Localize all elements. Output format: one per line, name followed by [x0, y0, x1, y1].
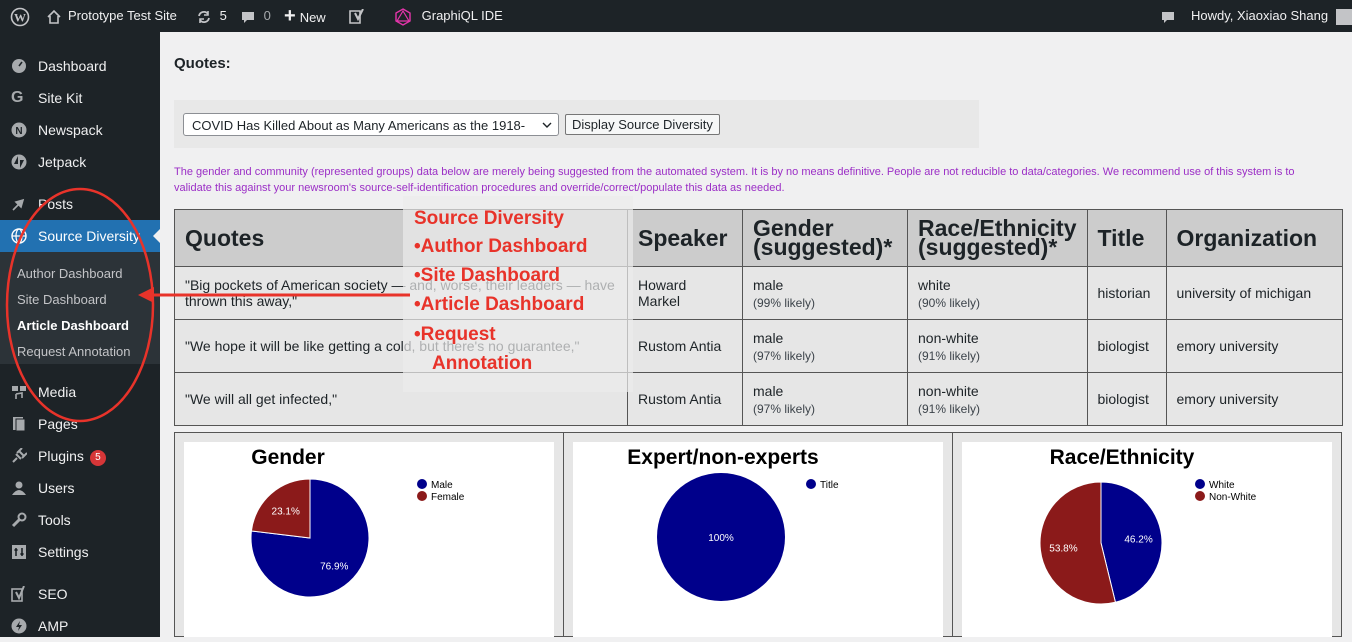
legend-label: Non-White [1209, 492, 1257, 503]
col-header-organization: Organization [1165, 209, 1343, 267]
race-cell: non-white (91% likely) [907, 372, 1088, 426]
gender-cell: male (97% likely) [742, 372, 908, 426]
legend-swatch [1195, 491, 1205, 501]
chevron-down-icon [542, 114, 552, 135]
legend-swatch [806, 479, 816, 489]
pie-slice-label: 53.8% [1049, 544, 1077, 555]
race-confidence: (91% likely) [918, 401, 981, 416]
speaker-cell: Rustom Antia [627, 319, 743, 373]
avatar [1335, 8, 1352, 25]
chart-divider [952, 432, 953, 637]
gender-value: male [753, 382, 784, 399]
race-value: white [918, 276, 951, 293]
title-cell: biologist [1086, 372, 1167, 426]
chart-title: Race/Ethnicity [1050, 446, 1195, 469]
gender-confidence: (97% likely) [753, 401, 816, 416]
chart-title: Expert/non-experts [627, 446, 818, 469]
howdy-text: Howdy, Xiaoxiao Shang [1191, 8, 1329, 23]
race-cell: non-white (91% likely) [907, 319, 1088, 373]
race-chart-panel: Race/Ethnicity 46.2% White 53.8% Non-White [962, 442, 1332, 637]
gender-value: male [753, 276, 784, 293]
account-menu[interactable]: Howdy, Xiaoxiao Shang [1191, 0, 1352, 32]
col-header-gender: Gender (suggested)* [742, 209, 908, 267]
gender-confidence: (97% likely) [753, 348, 816, 363]
pie-slice-label: 46.2% [1124, 534, 1152, 545]
race-confidence: (90% likely) [918, 295, 981, 310]
legend-label: White [1209, 480, 1235, 491]
expert-pie-chart: Expert/non-experts 100% Title [627, 446, 839, 601]
legend-swatch [1195, 479, 1205, 489]
expert-chart-panel: Expert/non-experts 100% Title [573, 442, 943, 637]
race-pie-chart: Race/Ethnicity 46.2% White 53.8% Non-White [1039, 446, 1257, 605]
legend-label: Title [820, 480, 839, 491]
organization-cell: emory university [1165, 319, 1343, 373]
speaker-cell: Howard Markel [627, 266, 743, 320]
notification-icon[interactable] [1161, 0, 1175, 32]
annotation-arrow-head-icon [138, 287, 154, 303]
chart-divider [563, 432, 564, 637]
gender-cell: male (97% likely) [742, 319, 908, 373]
speaker-cell: Rustom Antia [627, 372, 743, 426]
race-value: non-white [918, 382, 979, 399]
race-confidence: (91% likely) [918, 348, 981, 363]
display-source-diversity-button[interactable]: Display Source Diversity [565, 114, 720, 135]
annotation-ellipse [5, 187, 155, 423]
col-header-title: Title [1086, 209, 1167, 267]
title-cell: historian [1086, 266, 1167, 320]
gender-value: male [753, 329, 784, 346]
gender-cell: male (99% likely) [742, 266, 908, 320]
organization-cell: university of michigan [1165, 266, 1343, 320]
annotation-drawing [5, 187, 410, 423]
race-cell: white (90% likely) [907, 266, 1088, 320]
race-value: non-white [918, 329, 979, 346]
gender-confidence: (99% likely) [753, 295, 816, 310]
organization-cell: emory university [1165, 372, 1343, 426]
col-header-speaker: Speaker [627, 209, 743, 267]
col-header-race: Race/Ethnicity (suggested)* [907, 209, 1088, 267]
pie-slice-label: 100% [708, 533, 734, 544]
title-cell: biologist [1086, 319, 1167, 373]
